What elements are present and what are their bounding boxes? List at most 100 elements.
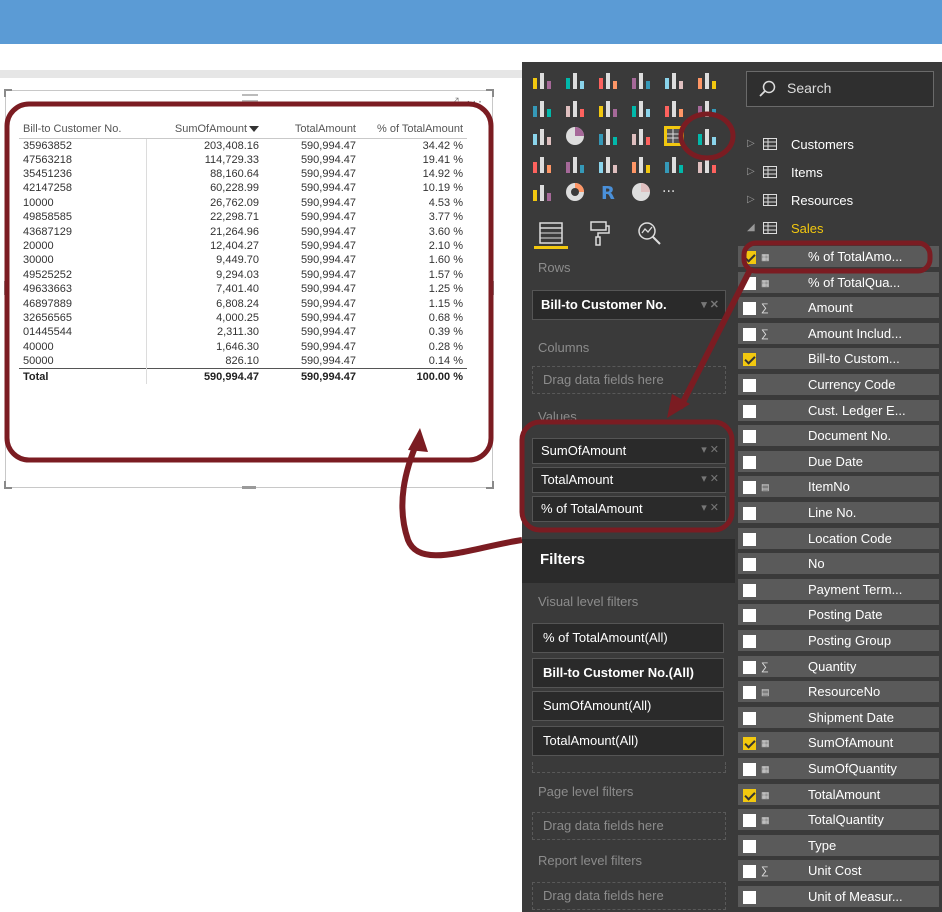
table-row[interactable]: 20000 12,404.27 590,994.47 2.10 % [19, 238, 467, 254]
pill-dropdown-remove-icon[interactable]: ▾ ✕ [701, 298, 719, 311]
field-checkbox[interactable] [743, 404, 756, 418]
filter-bill-to-customer[interactable]: Bill-to Customer No.(All) [532, 658, 724, 688]
field-item[interactable]: No [738, 553, 939, 577]
pill-dropdown-remove-icon[interactable]: ▾ ✕ [701, 501, 719, 514]
field-checkbox[interactable] [743, 481, 756, 495]
table-row[interactable]: 49525252 9,294.03 590,994.47 1.57 % [19, 267, 467, 283]
line-clustered-icon[interactable] [662, 96, 686, 120]
table-entry-customers[interactable]: ▷ Customers [745, 134, 935, 156]
field-checkbox[interactable] [743, 507, 756, 520]
filter-sumofamount[interactable]: SumOfAmount(All) [532, 691, 724, 721]
field-checkbox[interactable] [743, 455, 756, 469]
card-icon[interactable] [695, 124, 719, 148]
slicer-icon[interactable] [530, 180, 554, 204]
field-item[interactable]: ▦ TotalAmount [738, 783, 939, 807]
collapsed-arrow-icon[interactable]: ▷ [747, 138, 755, 149]
stacked-area-icon[interactable] [596, 96, 620, 120]
resize-handle-right[interactable] [491, 281, 494, 295]
field-checkbox[interactable] [743, 532, 756, 546]
col-header-totalamount[interactable]: TotalAmount [263, 121, 360, 139]
field-checkbox[interactable] [743, 583, 756, 597]
field-checkbox[interactable] [743, 839, 756, 853]
report-filters-drop-zone[interactable]: Drag data fields here [532, 882, 726, 910]
filled-funnel-icon[interactable] [563, 152, 587, 176]
field-item[interactable]: ▦ SumOfQuantity [738, 758, 939, 781]
field-checkbox[interactable] [743, 891, 756, 904]
donut-icon[interactable] [563, 180, 587, 204]
line-chart-icon[interactable] [530, 96, 554, 120]
table-row[interactable]: 47563218 114,729.33 590,994.47 19.41 % [19, 152, 467, 167]
funnel-icon[interactable] [530, 152, 554, 176]
multi-row-card-icon[interactable] [629, 152, 653, 176]
col-header-bill-to[interactable]: Bill-to Customer No. [19, 121, 146, 139]
format-paint-roller-icon[interactable] [584, 218, 614, 248]
table-row[interactable]: 32656565 4,000.25 590,994.47 0.68 % [19, 310, 467, 326]
fields-tab-icon[interactable] [536, 218, 566, 248]
field-checkbox[interactable] [743, 814, 756, 828]
stacked-bar-icon[interactable] [530, 68, 554, 92]
field-item[interactable]: ▦ TotalQuantity [738, 809, 939, 833]
resize-handle-bottom-right[interactable] [486, 481, 494, 489]
table-row[interactable]: 42147258 60,228.99 590,994.47 10.19 % [19, 181, 467, 196]
100-bar-icon[interactable] [662, 68, 686, 92]
field-item[interactable]: Type [738, 834, 939, 858]
clustered-column-icon[interactable] [629, 68, 653, 92]
table-row[interactable]: 49858585 22,298.71 590,994.47 3.77 % [19, 210, 467, 225]
globe-icon[interactable] [629, 180, 653, 204]
resize-handle-top-left[interactable] [4, 89, 12, 97]
card-123-icon[interactable] [662, 152, 686, 176]
field-item[interactable]: Shipment Date [738, 706, 939, 730]
visual-filters-drop-zone[interactable] [532, 762, 726, 773]
table-row[interactable]: 40000 1,646.30 590,994.47 0.28 % [19, 339, 467, 354]
field-checkbox[interactable] [743, 251, 756, 264]
page-filters-drop-zone[interactable]: Drag data fields here [532, 812, 726, 840]
stacked-column-icon[interactable] [563, 68, 587, 92]
field-checkbox[interactable] [743, 276, 756, 290]
rows-field-pill[interactable]: Bill-to Customer No. ▾ ✕ [532, 290, 726, 320]
field-item[interactable]: ∑ Amount Includ... [738, 322, 939, 346]
field-item[interactable]: ▦ % of TotalQua... [738, 271, 939, 295]
scatter-icon[interactable] [530, 124, 554, 148]
pie-icon[interactable] [563, 124, 587, 148]
resize-handle-bottom[interactable] [242, 486, 256, 489]
field-item[interactable]: Bill-to Custom... [738, 348, 939, 372]
field-item[interactable]: ∑ Amount [738, 297, 939, 321]
resize-handle-top-right[interactable] [486, 89, 494, 97]
columns-drop-zone[interactable]: Drag data fields here [532, 366, 726, 394]
field-checkbox[interactable] [743, 686, 756, 700]
clustered-bar-icon[interactable] [596, 68, 620, 92]
field-checkbox[interactable] [743, 711, 756, 725]
field-item[interactable]: ▤ ResourceNo [738, 681, 939, 705]
filter-pct-totalamount[interactable]: % of TotalAmount(All) [532, 623, 724, 653]
field-checkbox[interactable] [743, 635, 756, 648]
field-checkbox[interactable] [743, 609, 756, 623]
area-chart-icon[interactable] [563, 96, 587, 120]
field-item[interactable]: Posting Date [738, 604, 939, 628]
field-checkbox[interactable] [743, 865, 756, 879]
line-column-icon[interactable] [629, 96, 653, 120]
field-item[interactable]: Posting Group [738, 630, 939, 653]
expanded-arrow-icon[interactable]: ◢ [747, 222, 755, 233]
field-checkbox[interactable] [743, 660, 756, 674]
field-item[interactable]: ▤ ItemNo [738, 476, 939, 500]
field-item[interactable]: ∑ Unit Cost [738, 860, 939, 884]
gauge-icon[interactable] [596, 152, 620, 176]
table-row[interactable]: 43687129 21,264.96 590,994.47 3.60 % [19, 224, 467, 239]
field-checkbox[interactable] [743, 302, 756, 316]
pill-dropdown-remove-icon[interactable]: ▾ ✕ [701, 443, 719, 456]
table-row[interactable]: 01445544 2,311.30 590,994.47 0.39 % [19, 325, 467, 340]
field-item[interactable]: ▦ SumOfAmount [738, 732, 939, 756]
table-entry-sales[interactable]: ◢ Sales [745, 218, 935, 240]
field-item[interactable]: ▦ % of TotalAmo... [738, 246, 939, 269]
table-row[interactable]: 10000 26,762.09 590,994.47 4.53 % [19, 195, 467, 211]
kpi-icon[interactable] [695, 152, 719, 176]
table-row[interactable]: 46897889 6,808.24 590,994.47 1.15 % [19, 296, 467, 311]
field-item[interactable]: Location Code [738, 527, 939, 551]
resize-handle-bottom-left[interactable] [4, 481, 12, 489]
col-header-pct-totalamount[interactable]: % of TotalAmount [360, 121, 467, 139]
field-checkbox[interactable] [743, 737, 756, 751]
table-row[interactable]: 30000 9,449.70 590,994.47 1.60 % [19, 253, 467, 268]
analytics-magnifier-icon[interactable] [634, 218, 664, 248]
values-pill-totalamount[interactable]: TotalAmount ▾ ✕ [532, 467, 726, 493]
field-item[interactable]: Document No. [738, 425, 939, 449]
